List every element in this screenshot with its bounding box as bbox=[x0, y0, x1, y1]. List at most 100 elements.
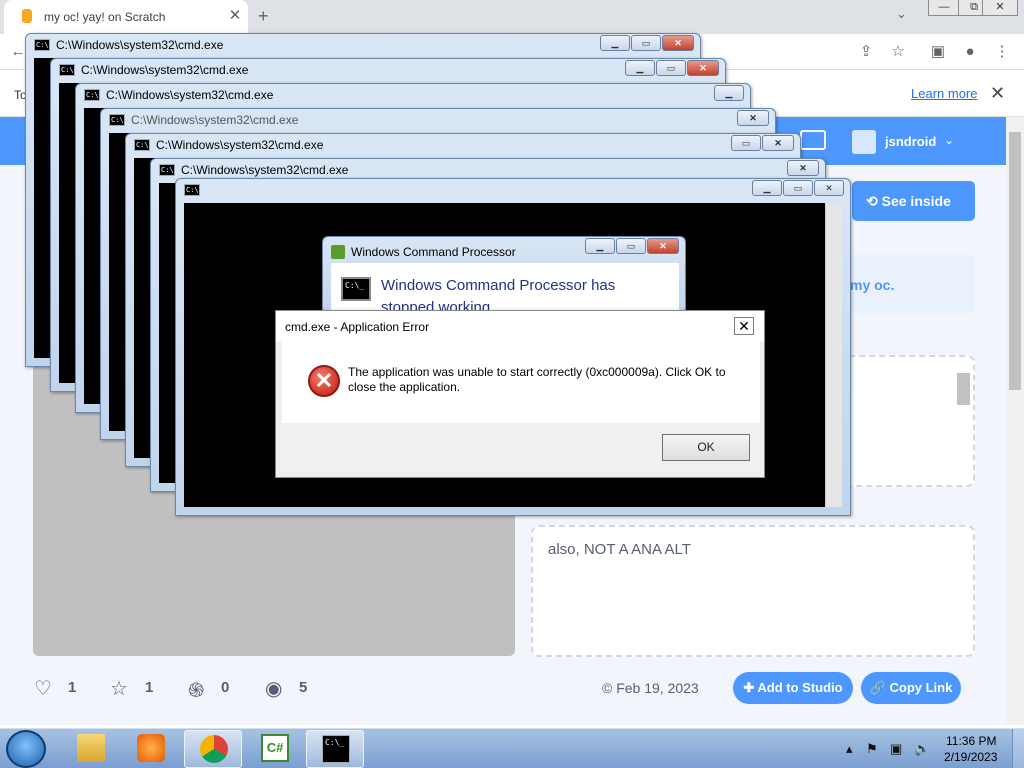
cmd-window-title: C:\Windows\system32\cmd.exe bbox=[106, 88, 274, 102]
cmd-scrollbar[interactable] bbox=[825, 203, 842, 507]
maximize-button[interactable]: ▭ bbox=[616, 238, 646, 254]
cmd-icon: C:\_ bbox=[322, 735, 350, 763]
browser-tab[interactable]: my oc! yay! on Scratch ✕ bbox=[4, 0, 248, 34]
wcp-title-icon bbox=[331, 245, 345, 259]
dialog-close-button[interactable]: ✕ bbox=[734, 317, 754, 335]
cmd-icon: C:\ bbox=[159, 164, 175, 176]
dialog-title: cmd.exe - Application Error bbox=[285, 320, 430, 334]
new-tab-button[interactable]: + bbox=[258, 6, 269, 27]
error-message: The application was unable to start corr… bbox=[348, 365, 726, 394]
side-panel-icon[interactable]: ▣ bbox=[928, 42, 948, 62]
maximize-button[interactable]: ▭ bbox=[731, 135, 761, 151]
favorite-star-icon[interactable]: ☆ bbox=[110, 676, 128, 701]
views-eye-icon: ◉ bbox=[265, 678, 283, 700]
start-button[interactable] bbox=[6, 730, 46, 768]
csharp-icon: C# bbox=[261, 734, 289, 762]
profile-icon[interactable]: ● bbox=[960, 42, 980, 62]
close-button[interactable]: ✕ bbox=[787, 160, 819, 176]
cmd-window-title: C:\Windows\system32\cmd.exe bbox=[81, 63, 249, 77]
close-button[interactable]: ✕ bbox=[687, 60, 719, 76]
tray-expand-icon[interactable]: ▴ bbox=[846, 741, 853, 757]
close-button[interactable]: ✕ bbox=[662, 35, 694, 51]
cmd-window-controls: ▁ ▭ ✕ bbox=[599, 35, 694, 52]
maximize-button[interactable]: ▭ bbox=[631, 35, 661, 51]
clock-date[interactable]: 2/19/2023 bbox=[944, 750, 997, 764]
avatar[interactable] bbox=[852, 130, 876, 154]
minimize-button[interactable]: ▁ bbox=[600, 35, 630, 51]
instructions-scrollbar[interactable] bbox=[957, 373, 970, 405]
cmd-window-title: C:\Windows\system32\cmd.exe bbox=[156, 138, 324, 152]
see-inside-button[interactable]: ⟲ See inside bbox=[852, 181, 975, 221]
my-stuff-folder-icon[interactable] bbox=[800, 130, 826, 150]
infobar-close-icon[interactable]: ✕ bbox=[990, 83, 1005, 104]
chrome-icon bbox=[200, 735, 228, 763]
loves-count: 1 bbox=[68, 679, 77, 696]
wcp-window-controls: ▁ ▭ ✕ bbox=[584, 238, 679, 255]
love-heart-icon[interactable]: ♡ bbox=[34, 676, 52, 701]
bookmark-star-icon[interactable]: ☆ bbox=[888, 42, 908, 62]
minimize-button[interactable]: ▁ bbox=[714, 85, 744, 101]
wcp-dialog[interactable]: Windows Command Processor ▁ ▭ ✕ C:\_ Windo… bbox=[322, 236, 686, 317]
application-error-dialog[interactable]: cmd.exe - Application Error ✕ ✕ The appl… bbox=[275, 310, 765, 478]
media-player-icon bbox=[137, 734, 165, 762]
maximize-button[interactable]: ▭ bbox=[656, 60, 686, 76]
close-button[interactable]: ✕ bbox=[737, 110, 769, 126]
close-button[interactable]: ✕ bbox=[762, 135, 794, 151]
minimize-button[interactable]: ▁ bbox=[585, 238, 615, 254]
cmd-icon: C:\ bbox=[109, 114, 125, 126]
menu-kebab-icon[interactable]: ⋮ bbox=[992, 42, 1012, 62]
taskbar-item-chrome[interactable] bbox=[184, 730, 242, 768]
page-scrollbar-thumb[interactable] bbox=[1009, 132, 1021, 390]
remixes-count: 0 bbox=[221, 679, 230, 696]
cmd-window-title: C:\Windows\system32\cmd.exe bbox=[56, 38, 224, 52]
action-center-flag-icon[interactable]: ⚑ bbox=[866, 741, 878, 757]
window-minimize-button[interactable]: — bbox=[928, 0, 960, 16]
notes-credits-text: also, NOT A ANA ALT bbox=[548, 541, 691, 558]
taskbar-item-cmd[interactable]: C:\_ bbox=[306, 730, 364, 768]
copy-link-button[interactable]: 🔗 Copy Link bbox=[861, 672, 961, 704]
copy-link-label: Copy Link bbox=[889, 680, 953, 695]
cmd-window-controls: ▭ ✕ bbox=[730, 135, 794, 152]
cmd-icon: C:\ bbox=[34, 39, 50, 51]
volume-icon[interactable]: 🔈 bbox=[914, 741, 930, 757]
chevron-down-icon[interactable]: ⌄ bbox=[944, 133, 954, 147]
cmd-window-title: C:\Windows\system32\cmd.exe bbox=[131, 113, 299, 127]
add-to-studio-button[interactable]: ✚ Add to Studio bbox=[733, 672, 853, 704]
project-date: © Feb 19, 2023 bbox=[602, 680, 699, 696]
cmd-window-title: C:\Windows\system32\cmd.exe bbox=[181, 163, 349, 177]
taskbar-item-csharp[interactable]: C# bbox=[246, 730, 304, 768]
tab-search-button[interactable]: ⌄ bbox=[896, 6, 907, 22]
network-icon[interactable]: ▣ bbox=[890, 741, 902, 757]
username-label[interactable]: jsndroid bbox=[885, 134, 936, 149]
close-button[interactable]: ✕ bbox=[647, 238, 679, 254]
cmd-window-controls: ✕ bbox=[786, 160, 819, 177]
error-icon: ✕ bbox=[308, 365, 340, 397]
see-inside-label: See inside bbox=[881, 193, 951, 209]
cmd-window-controls: ✕ bbox=[736, 110, 769, 127]
cmd-window-controls: ▁ ▭ ✕ bbox=[751, 180, 844, 197]
cmd-icon: C:\ bbox=[59, 64, 75, 76]
show-desktop-button[interactable] bbox=[1012, 729, 1024, 768]
scratch-favicon bbox=[22, 9, 32, 23]
minimize-button[interactable]: ▁ bbox=[752, 180, 782, 196]
ok-button[interactable]: OK bbox=[662, 434, 750, 461]
favorites-count: 1 bbox=[145, 679, 154, 696]
maximize-button[interactable]: ▭ bbox=[783, 180, 813, 196]
learn-more-link[interactable]: Learn more bbox=[911, 86, 977, 101]
taskbar-item-explorer[interactable] bbox=[62, 730, 120, 768]
cmd-icon: C:\ bbox=[134, 139, 150, 151]
add-to-studio-label: Add to Studio bbox=[757, 680, 843, 695]
close-button[interactable]: ✕ bbox=[814, 180, 844, 196]
cmd-window-controls: ▁ bbox=[713, 85, 744, 102]
tab-title: my oc! yay! on Scratch bbox=[44, 10, 166, 24]
remix-icon: ֍ bbox=[188, 680, 205, 702]
tab-close-button[interactable]: ✕ bbox=[226, 7, 244, 25]
wcp-dialog-title: Windows Command Processor bbox=[351, 245, 516, 259]
clock-time[interactable]: 11:36 PM bbox=[946, 734, 996, 748]
taskbar-item-media-player[interactable] bbox=[122, 730, 180, 768]
project-description-text: my oc. bbox=[850, 277, 895, 293]
share-icon[interactable]: ⇪ bbox=[856, 42, 876, 62]
cmd-icon: C:\_ bbox=[341, 277, 371, 301]
minimize-button[interactable]: ▁ bbox=[625, 60, 655, 76]
window-close-button[interactable]: ✕ bbox=[982, 0, 1018, 16]
